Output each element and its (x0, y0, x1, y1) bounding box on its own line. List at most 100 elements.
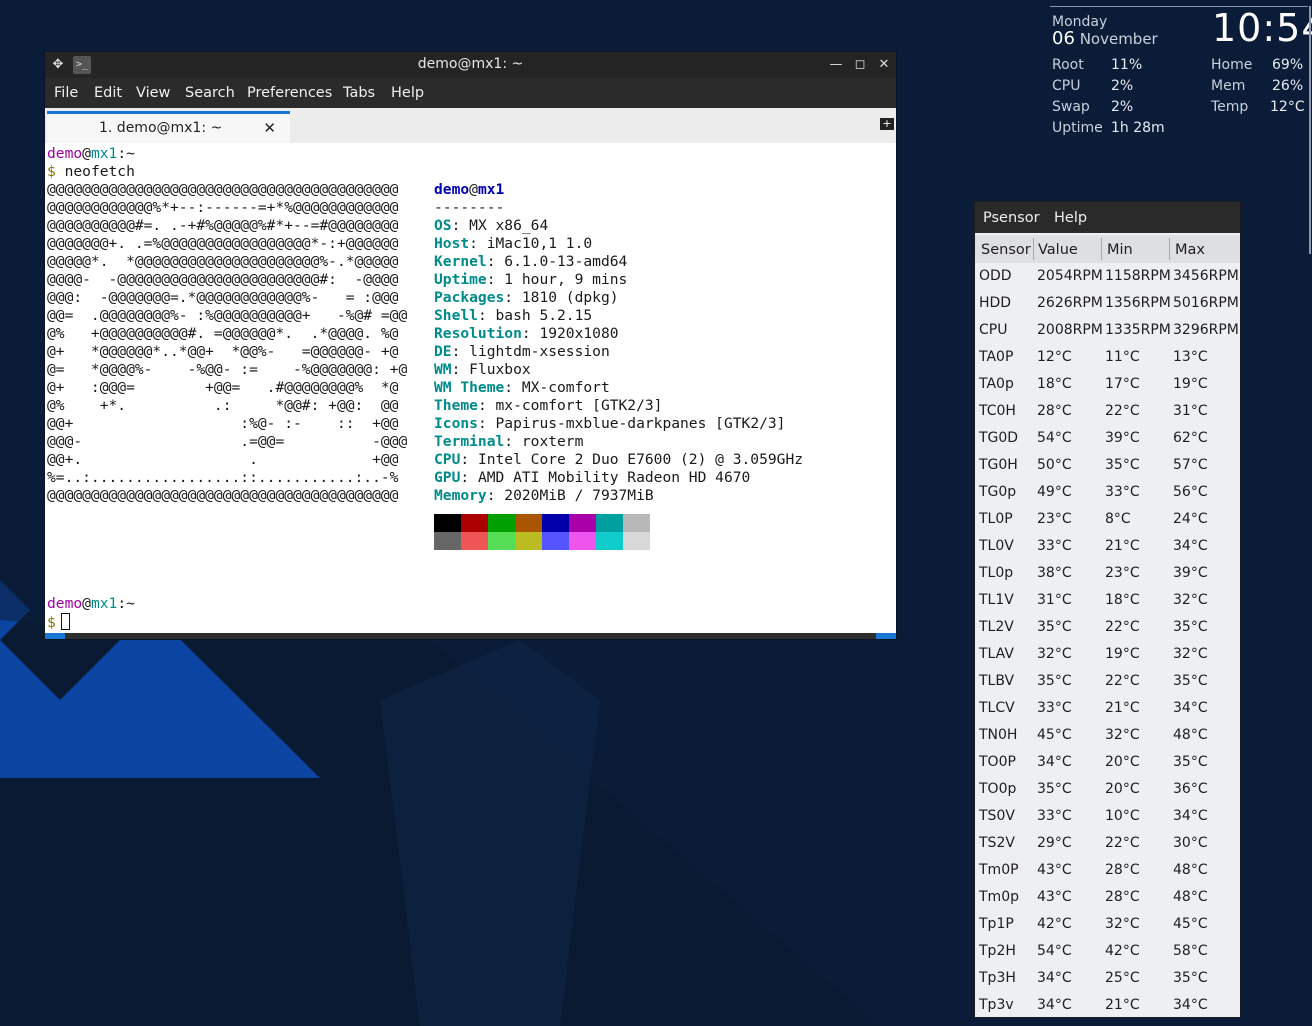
sensor-name: Tp3H (979, 970, 1016, 986)
menu-preferences[interactable]: Preferences (247, 85, 332, 101)
psensor-menu-help[interactable]: Help (1054, 210, 1087, 226)
menu-file[interactable]: File (54, 85, 78, 101)
sensor-row[interactable]: Tp2H 54°C 42°C 58°C (975, 938, 1240, 965)
info-value: lightdm-xsession (469, 343, 610, 360)
sensor-row[interactable]: HDD 2626RPM 1356RPM 5016RPM (975, 290, 1240, 317)
sensor-row[interactable]: TN0H 45°C 32°C 48°C (975, 722, 1240, 749)
sensor-row[interactable]: ODD 2054RPM 1158RPM 3456RPM (975, 263, 1240, 290)
menu-search[interactable]: Search (185, 85, 235, 101)
sensor-row[interactable]: TL1V 31°C 18°C 32°C (975, 587, 1240, 614)
scrollbar-left-end[interactable] (45, 633, 65, 639)
info-colon: : (477, 397, 496, 414)
maximize-icon[interactable]: ◻ (851, 56, 869, 74)
terminal-titlebar[interactable]: ✥ >_ demo@mx1: ~ — ◻ ✕ (45, 52, 896, 78)
sensor-max: 62°C (1173, 430, 1208, 446)
tab-close-icon[interactable]: ✕ (263, 119, 276, 137)
sensor-row[interactable]: TA0p 18°C 17°C 19°C (975, 371, 1240, 398)
input-line[interactable]: $ (47, 613, 70, 632)
info-line: Uptime: 1 hour, 9 mins (434, 271, 627, 289)
info-colon: : (521, 325, 540, 342)
sensor-max: 35°C (1173, 754, 1208, 770)
sensor-row[interactable]: TC0H 28°C 22°C 31°C (975, 398, 1240, 425)
prompt-user-2: demo (47, 595, 83, 612)
sensor-row[interactable]: CPU 2008RPM 1335RPM 3296RPM (975, 317, 1240, 344)
col-sensor[interactable]: Sensor (981, 242, 1031, 258)
sensor-value: 42°C (1037, 916, 1072, 932)
conky-uptime-label: Uptime (1052, 120, 1103, 136)
info-value: iMac10,1 1.0 (486, 235, 593, 252)
sensor-row[interactable]: TO0p 35°C 20°C 36°C (975, 776, 1240, 803)
col-value[interactable]: Value (1038, 242, 1078, 258)
sensor-table-header: Sensor Value Min Max (975, 235, 1240, 263)
sensor-max: 57°C (1173, 457, 1208, 473)
conky-temp-value: 12°C (1270, 99, 1305, 115)
menu-view[interactable]: View (136, 85, 170, 101)
prompt-path-2: :~ (117, 595, 135, 612)
info-at: @ (469, 181, 478, 198)
sensor-row[interactable]: Tp1P 42°C 32°C 45°C (975, 911, 1240, 938)
info-line: Theme: mx-comfort [GTK2/3] (434, 397, 662, 415)
sensor-value: 32°C (1037, 646, 1072, 662)
sensor-name: TL2V (979, 619, 1014, 635)
menu-help[interactable]: Help (391, 85, 424, 101)
sensor-row[interactable]: TA0P 12°C 11°C 13°C (975, 344, 1240, 371)
ascii-logo-line: @@@: -@@@@@@@=.*@@@@@@@@@@@@%- = :@@@ (47, 289, 399, 306)
info-line: DE: lightdm-xsession (434, 343, 610, 361)
menu-edit[interactable]: Edit (94, 85, 122, 101)
sensor-row[interactable]: TG0H 50°C 35°C 57°C (975, 452, 1240, 479)
terminal-scrollbar[interactable] (45, 633, 896, 639)
tab-1[interactable]: 1. demo@mx1: ~ ✕ (47, 111, 290, 143)
sensor-name: TO0P (979, 754, 1016, 770)
ascii-logo-line: @@@@@*. *@@@@@@@@@@@@@@@@@@@@@%-.*@@@@@ (47, 253, 399, 270)
color-swatch (596, 514, 623, 532)
sensor-min: 21°C (1105, 538, 1140, 554)
sensor-row[interactable]: TS2V 29°C 22°C 30°C (975, 830, 1240, 857)
color-swatch (569, 514, 596, 532)
sensor-row[interactable]: Tm0P 43°C 28°C 48°C (975, 857, 1240, 884)
color-swatch (434, 514, 461, 532)
sensor-name: TC0H (979, 403, 1016, 419)
sensor-row[interactable]: TG0p 49°C 33°C 56°C (975, 479, 1240, 506)
terminal-window[interactable]: ✥ >_ demo@mx1: ~ — ◻ ✕ File Edit View Se… (45, 52, 896, 639)
sensor-value: 54°C (1037, 943, 1072, 959)
sensor-row[interactable]: TLBV 35°C 22°C 35°C (975, 668, 1240, 695)
menu-tabs[interactable]: Tabs (343, 85, 375, 101)
sensor-value: 34°C (1037, 970, 1072, 986)
col-max[interactable]: Max (1175, 242, 1205, 258)
close-icon[interactable]: ✕ (875, 56, 893, 74)
minimize-icon[interactable]: — (827, 56, 845, 74)
info-line: GPU: AMD ATI Mobility Radeon HD 4670 (434, 469, 750, 487)
sensor-row[interactable]: TO0P 34°C 20°C 35°C (975, 749, 1240, 776)
color-swatch (488, 532, 515, 550)
sensor-max: 24°C (1173, 511, 1208, 527)
sensor-max: 58°C (1173, 943, 1208, 959)
sensor-min: 1335RPM (1105, 322, 1171, 338)
info-value: 6.1.0-13-amd64 (504, 253, 628, 270)
sensor-row[interactable]: Tp3v 34°C 21°C 34°C (975, 992, 1240, 1019)
ascii-logo-line: @@@@- -@@@@@@@@@@@@@@@@@@@@@@@#: -@@@@ (47, 271, 399, 288)
psensor-menu-psensor[interactable]: Psensor (983, 210, 1040, 226)
sensor-row[interactable]: TL0p 38°C 23°C 39°C (975, 560, 1240, 587)
sensor-min: 20°C (1105, 781, 1140, 797)
psensor-window[interactable]: Psensor Help Sensor Value Min Max ODD 205… (974, 201, 1241, 1018)
sensor-min: 20°C (1105, 754, 1140, 770)
sensor-row[interactable]: TG0D 54°C 39°C 62°C (975, 425, 1240, 452)
sensor-value: 34°C (1037, 997, 1072, 1013)
sensor-row[interactable]: TL0P 23°C 8°C 24°C (975, 506, 1240, 533)
sensor-row[interactable]: Tm0p 43°C 28°C 48°C (975, 884, 1240, 911)
info-line: Icons: Papirus-mxblue-darkpanes [GTK2/3] (434, 415, 785, 433)
new-tab-icon[interactable]: + (880, 118, 894, 130)
sensor-value: 33°C (1037, 538, 1072, 554)
scrollbar-right-end[interactable] (876, 633, 896, 639)
sensor-row[interactable]: TL0V 33°C 21°C 34°C (975, 533, 1240, 560)
info-colon: : (460, 469, 478, 486)
sensor-row[interactable]: Tp3H 34°C 25°C 35°C (975, 965, 1240, 992)
col-min[interactable]: Min (1107, 242, 1133, 258)
sensor-row[interactable]: TLAV 32°C 19°C 32°C (975, 641, 1240, 668)
info-colon: : (486, 253, 505, 270)
sensor-row[interactable]: TL2V 35°C 22°C 35°C (975, 614, 1240, 641)
sensor-row[interactable]: TS0V 33°C 10°C 34°C (975, 803, 1240, 830)
sensor-max: 3456RPM (1173, 268, 1239, 284)
terminal-output[interactable]: demo@mx1:~ $ neofetch @@@@@@@@@@@@@@@@@@… (45, 143, 896, 633)
sensor-row[interactable]: TLCV 33°C 21°C 34°C (975, 695, 1240, 722)
